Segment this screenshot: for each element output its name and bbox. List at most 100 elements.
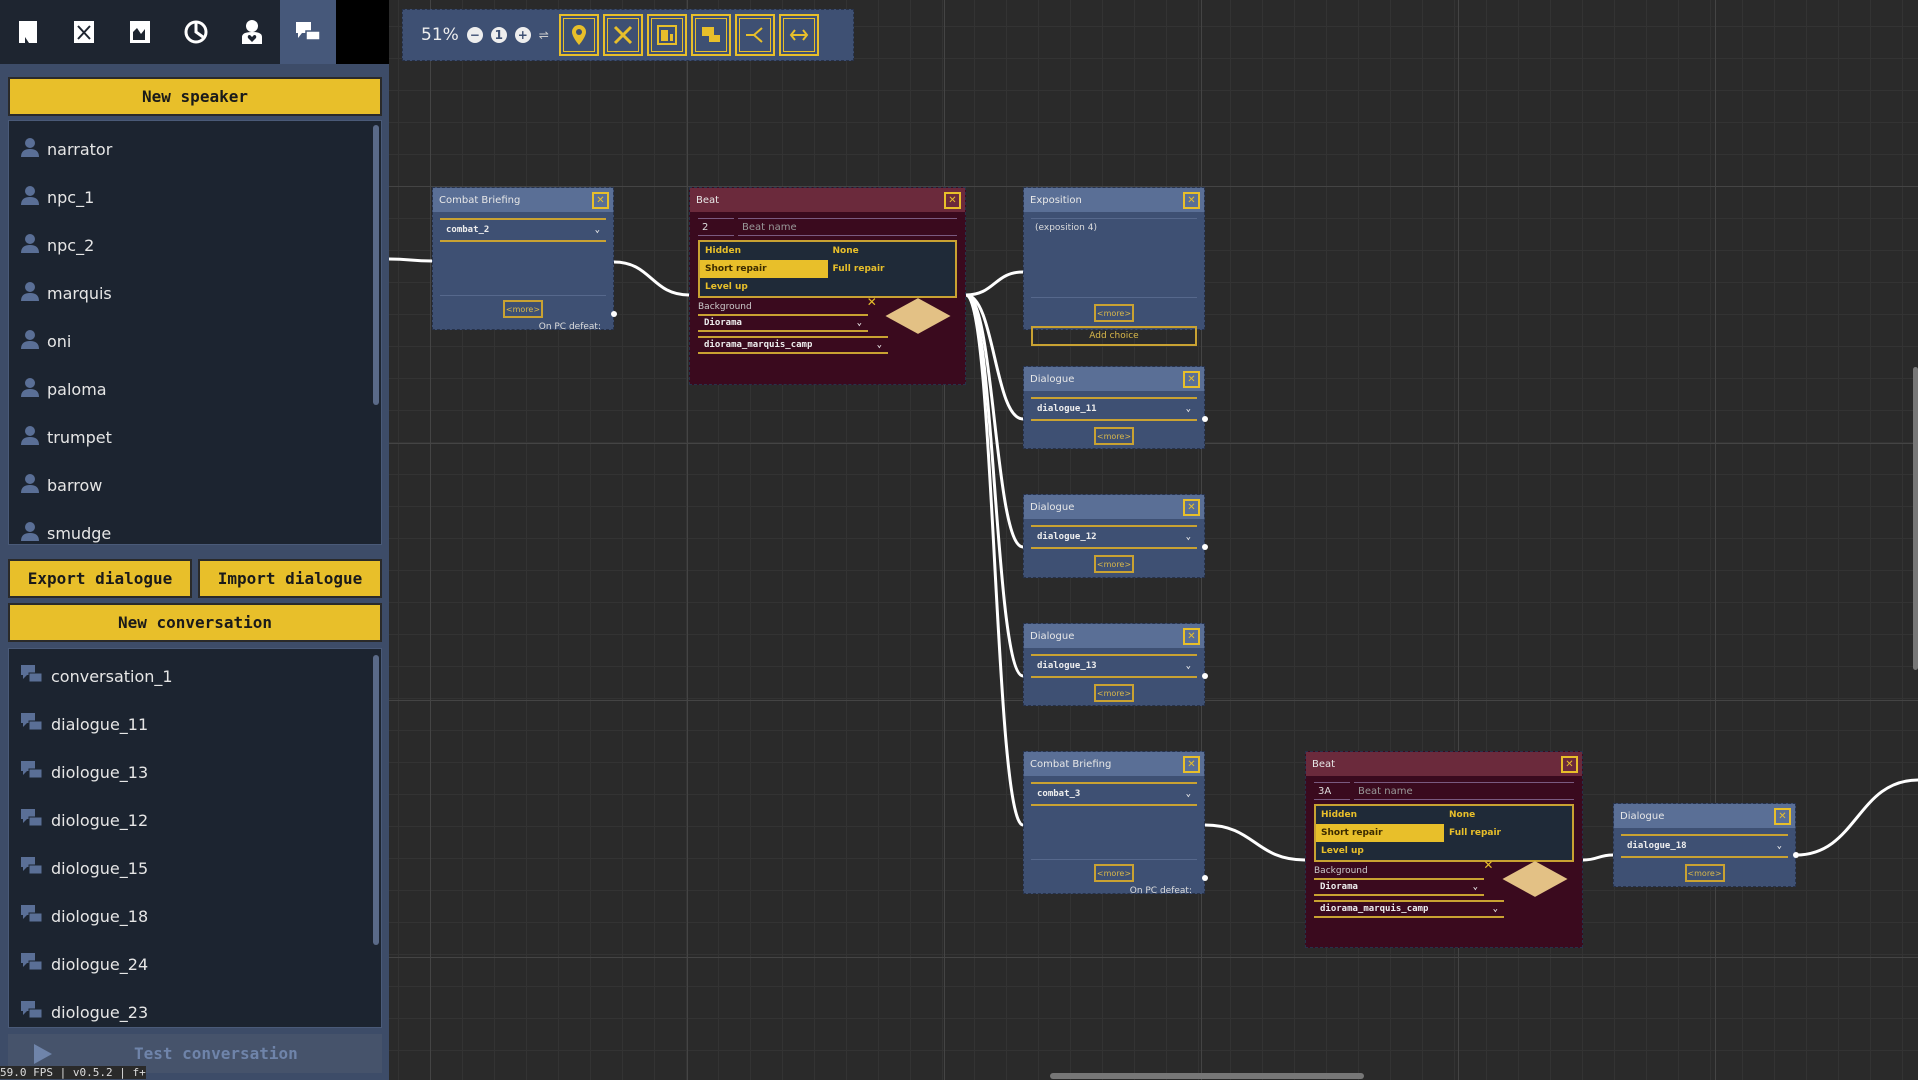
zoom-reset-button[interactable]: 1 xyxy=(490,27,507,43)
background-value-select[interactable]: diorama_marquis_camp ⌄ xyxy=(698,336,888,354)
node-header[interactable]: Exposition ✕ xyxy=(1024,188,1204,212)
conversation-item[interactable]: diologue_12 xyxy=(9,796,381,844)
encounter-select[interactable]: dialogue_18 ⌄ xyxy=(1621,834,1788,858)
rest-option[interactable]: Full repair xyxy=(1444,824,1572,842)
rest-option[interactable]: Hidden xyxy=(1316,806,1444,824)
combat-node[interactable]: Combat Briefing ✕ combat_3 ⌄ <more> On PC def… xyxy=(1023,751,1205,896)
beat-number-field[interactable]: 2 xyxy=(698,218,734,236)
rest-option[interactable]: Level up xyxy=(700,278,828,296)
background-value-select[interactable]: diorama_marquis_camp ⌄ xyxy=(1314,900,1504,918)
close-node-button[interactable]: ✕ xyxy=(1183,755,1200,773)
beat-node[interactable]: Beat ✕ 2 Beat name Hidden None Short repair Ful… xyxy=(689,187,966,385)
new-speaker-button[interactable]: New speaker xyxy=(8,77,382,116)
more-button[interactable]: <more> xyxy=(1094,864,1134,882)
import-dialogue-button[interactable]: Import dialogue xyxy=(198,559,382,598)
output-port[interactable] xyxy=(1202,875,1208,881)
tab-scenes[interactable] xyxy=(112,0,168,64)
node-header[interactable]: Combat Briefing ✕ xyxy=(433,188,613,212)
close-node-button[interactable]: ✕ xyxy=(1183,498,1200,516)
more-button[interactable]: <more> xyxy=(1684,864,1725,882)
close-node-button[interactable]: ✕ xyxy=(1561,755,1578,773)
add-location-button[interactable] xyxy=(558,14,599,56)
encounter-select[interactable]: dialogue_11 ⌄ xyxy=(1031,397,1197,421)
speaker-item[interactable]: trumpet xyxy=(9,413,381,461)
add-exposition-button[interactable] xyxy=(646,14,687,56)
speaker-item[interactable]: npc_1 xyxy=(9,173,381,221)
tab-relationships[interactable] xyxy=(224,0,280,64)
rest-option[interactable]: Short repair xyxy=(700,260,828,278)
node-header[interactable]: Beat ✕ xyxy=(1306,752,1582,776)
speaker-item[interactable]: barrow xyxy=(9,461,381,509)
beat-name-field[interactable]: Beat name xyxy=(738,218,957,236)
rest-option[interactable]: Level up xyxy=(1316,842,1444,860)
node-header[interactable]: Dialogue ✕ xyxy=(1024,367,1204,391)
add-dialogue-button[interactable] xyxy=(690,14,731,56)
encounter-select[interactable]: dialogue_12 ⌄ xyxy=(1031,525,1197,549)
node-header[interactable]: Dialogue ✕ xyxy=(1024,495,1204,519)
more-button[interactable]: <more> xyxy=(1094,555,1134,573)
output-port[interactable] xyxy=(1202,673,1208,679)
node-header[interactable]: Combat Briefing ✕ xyxy=(1024,752,1204,776)
export-dialogue-button[interactable]: Export dialogue xyxy=(8,559,192,598)
exposition-node[interactable]: Exposition ✕ (exposition 4) <more> Add choic… xyxy=(1023,187,1205,346)
dialogue-node[interactable]: Dialogue ✕ dialogue_18 ⌄ <more> xyxy=(1613,803,1796,887)
tab-notes[interactable] xyxy=(0,0,56,64)
rest-option[interactable]: None xyxy=(1444,806,1572,824)
conversation-item[interactable]: diologue_13 xyxy=(9,748,381,796)
tab-time[interactable] xyxy=(168,0,224,64)
encounter-select[interactable]: combat_3 ⌄ xyxy=(1031,782,1197,806)
node-header[interactable]: Dialogue ✕ xyxy=(1614,804,1795,828)
speaker-list-scrollbar[interactable] xyxy=(373,125,379,405)
more-button[interactable]: <more> xyxy=(503,300,543,318)
conversation-item[interactable]: diologue_18 xyxy=(9,892,381,940)
add-choice-button[interactable]: Add choice xyxy=(1031,326,1197,346)
conversation-item[interactable]: diologue_23 xyxy=(9,988,381,1027)
background-type-select[interactable]: Diorama ⌄ xyxy=(698,314,868,332)
exposition-text[interactable]: (exposition 4) xyxy=(1031,218,1197,298)
vertical-scrollbar[interactable] xyxy=(1913,367,1918,670)
close-node-button[interactable]: ✕ xyxy=(592,191,609,209)
horizontal-scrollbar[interactable] xyxy=(1050,1073,1364,1079)
encounter-select[interactable]: combat_2 ⌄ xyxy=(440,218,606,242)
zoom-in-button[interactable]: + xyxy=(514,27,531,43)
conversation-item[interactable]: conversation_1 xyxy=(9,652,381,700)
conversation-item[interactable]: dialogue_11 xyxy=(9,700,381,748)
tab-combat[interactable] xyxy=(56,0,112,64)
node-header[interactable]: Dialogue ✕ xyxy=(1024,624,1204,648)
close-node-button[interactable]: ✕ xyxy=(1183,627,1200,645)
conversation-list-scrollbar[interactable] xyxy=(373,655,379,945)
speaker-item[interactable]: oni xyxy=(9,317,381,365)
speaker-item[interactable]: smudge xyxy=(9,509,381,544)
more-button[interactable]: <more> xyxy=(1094,684,1134,702)
rest-option[interactable]: None xyxy=(828,242,956,260)
conversation-item[interactable]: diologue_15 xyxy=(9,844,381,892)
add-branch-button[interactable] xyxy=(734,14,775,56)
output-port[interactable] xyxy=(611,311,617,317)
new-conversation-button[interactable]: New conversation xyxy=(8,603,382,642)
speaker-item[interactable]: narrator xyxy=(9,125,381,173)
node-header[interactable]: Beat ✕ xyxy=(690,188,965,212)
more-button[interactable]: <more> xyxy=(1094,427,1134,445)
speaker-item[interactable]: marquis xyxy=(9,269,381,317)
rest-option[interactable]: Full repair xyxy=(828,260,956,278)
conversation-item[interactable]: diologue_24 xyxy=(9,940,381,988)
add-link-button[interactable] xyxy=(778,14,819,56)
speaker-item[interactable]: npc_2 xyxy=(9,221,381,269)
more-button[interactable]: <more> xyxy=(1094,304,1134,322)
dialogue-node[interactable]: Dialogue ✕ dialogue_12 ⌄ <more> xyxy=(1023,494,1205,578)
clear-background-icon[interactable]: ✕ xyxy=(867,295,877,309)
rest-option[interactable]: Short repair xyxy=(1316,824,1444,842)
close-node-button[interactable]: ✕ xyxy=(944,191,961,209)
background-type-select[interactable]: Diorama ⌄ xyxy=(1314,878,1484,896)
beat-number-field[interactable]: 3A xyxy=(1314,782,1350,800)
beat-name-field[interactable]: Beat name xyxy=(1354,782,1574,800)
add-combat-button[interactable] xyxy=(602,14,643,56)
close-node-button[interactable]: ✕ xyxy=(1183,191,1200,209)
dialogue-node[interactable]: Dialogue ✕ dialogue_11 ⌄ <more> xyxy=(1023,366,1205,449)
encounter-select[interactable]: dialogue_13 ⌄ xyxy=(1031,654,1197,678)
output-port[interactable] xyxy=(1793,852,1799,858)
dialogue-node[interactable]: Dialogue ✕ dialogue_13 ⌄ <more> xyxy=(1023,623,1205,706)
minimap-icon[interactable]: ⇌ xyxy=(539,28,549,42)
close-node-button[interactable]: ✕ xyxy=(1774,807,1791,825)
speaker-item[interactable]: paloma xyxy=(9,365,381,413)
